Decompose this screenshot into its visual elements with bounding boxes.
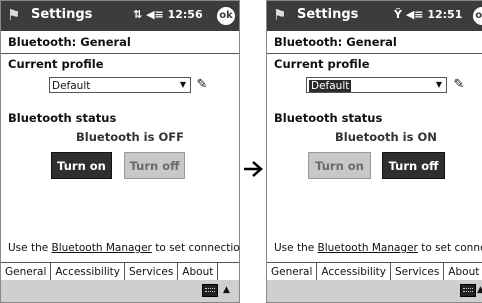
footer-text: Use the Bluetooth Manager to set connect…	[274, 242, 482, 254]
footer-prefix: Use the	[8, 242, 52, 254]
profile-settings-icon[interactable]: ✎	[194, 77, 210, 93]
speaker-icon: ◀≡	[146, 8, 164, 21]
title-bar: ⚑ Settings ⇅ ◀≡ 12:56 ok	[1, 1, 239, 31]
keyboard-icon[interactable]	[202, 284, 218, 297]
input-bar: ▲	[267, 280, 482, 302]
title-bar: ⚑ Settings Ÿ ◀≡ 12:51 ok	[267, 1, 482, 31]
status-area[interactable]: ⇅ ◀≡ 12:56	[133, 8, 203, 21]
ok-button[interactable]: ok	[473, 7, 482, 25]
bt-status-label: Bluetooth status	[8, 111, 117, 125]
turn-on-button[interactable]: Turn on	[51, 152, 112, 179]
device-screen-before: ⚑ Settings ⇅ ◀≡ 12:56 ok Bluetooth: Gene…	[0, 0, 240, 303]
bt-status-text: Bluetooth is OFF	[76, 130, 184, 144]
chevron-up-icon[interactable]: ▲	[223, 284, 230, 296]
signal-icon: Ÿ	[394, 8, 402, 21]
status-area[interactable]: Ÿ ◀≡ 12:51	[394, 8, 462, 21]
app-title: Settings	[31, 7, 93, 22]
keyboard-icon[interactable]	[460, 284, 476, 297]
windows-flag-icon[interactable]: ⚑	[273, 6, 291, 24]
bt-status-label: Bluetooth status	[274, 111, 383, 125]
footer-suffix: to set connections.	[421, 242, 482, 254]
device-screen-after: ⚑ Settings Ÿ ◀≡ 12:51 ok Bluetooth: Gene…	[266, 0, 482, 303]
profile-value: Default	[309, 80, 352, 92]
clock: 12:56	[163, 8, 203, 21]
input-bar: ▲	[1, 280, 239, 302]
page-title: Bluetooth: General	[1, 31, 239, 54]
chevron-up-icon[interactable]: ▲	[477, 284, 482, 296]
profile-label: Current profile	[8, 57, 104, 71]
profile-dropdown[interactable]: Default ▼	[49, 77, 191, 93]
bluetooth-manager-link[interactable]: Bluetooth Manager	[52, 242, 152, 254]
windows-flag-icon[interactable]: ⚑	[7, 6, 25, 24]
speaker-icon: ◀≡	[405, 8, 424, 21]
bluetooth-manager-link[interactable]: Bluetooth Manager	[318, 242, 418, 254]
signal-icon: ⇅	[133, 8, 143, 21]
footer-prefix: Use the	[274, 242, 318, 254]
profile-label: Current profile	[274, 57, 370, 71]
bt-status-text: Bluetooth is ON	[335, 130, 437, 144]
turn-on-button[interactable]: Turn on	[308, 152, 371, 179]
chevron-down-icon: ▼	[435, 80, 443, 89]
turn-off-button[interactable]: Turn off	[124, 152, 185, 179]
chevron-down-icon: ▼	[179, 80, 187, 89]
ok-button[interactable]: ok	[217, 7, 235, 25]
turn-off-button[interactable]: Turn off	[382, 152, 445, 179]
footer-text: Use the Bluetooth Manager to set connect…	[8, 242, 240, 254]
page-title: Bluetooth: General	[267, 31, 482, 54]
profile-value: Default	[52, 80, 91, 92]
clock: 12:51	[423, 8, 463, 21]
footer-suffix: to set connections.	[155, 242, 240, 254]
profile-settings-icon[interactable]: ✎	[451, 77, 467, 93]
right-arrow-icon	[244, 161, 263, 177]
profile-dropdown[interactable]: Default ▼	[306, 77, 447, 93]
app-title: Settings	[297, 7, 359, 22]
